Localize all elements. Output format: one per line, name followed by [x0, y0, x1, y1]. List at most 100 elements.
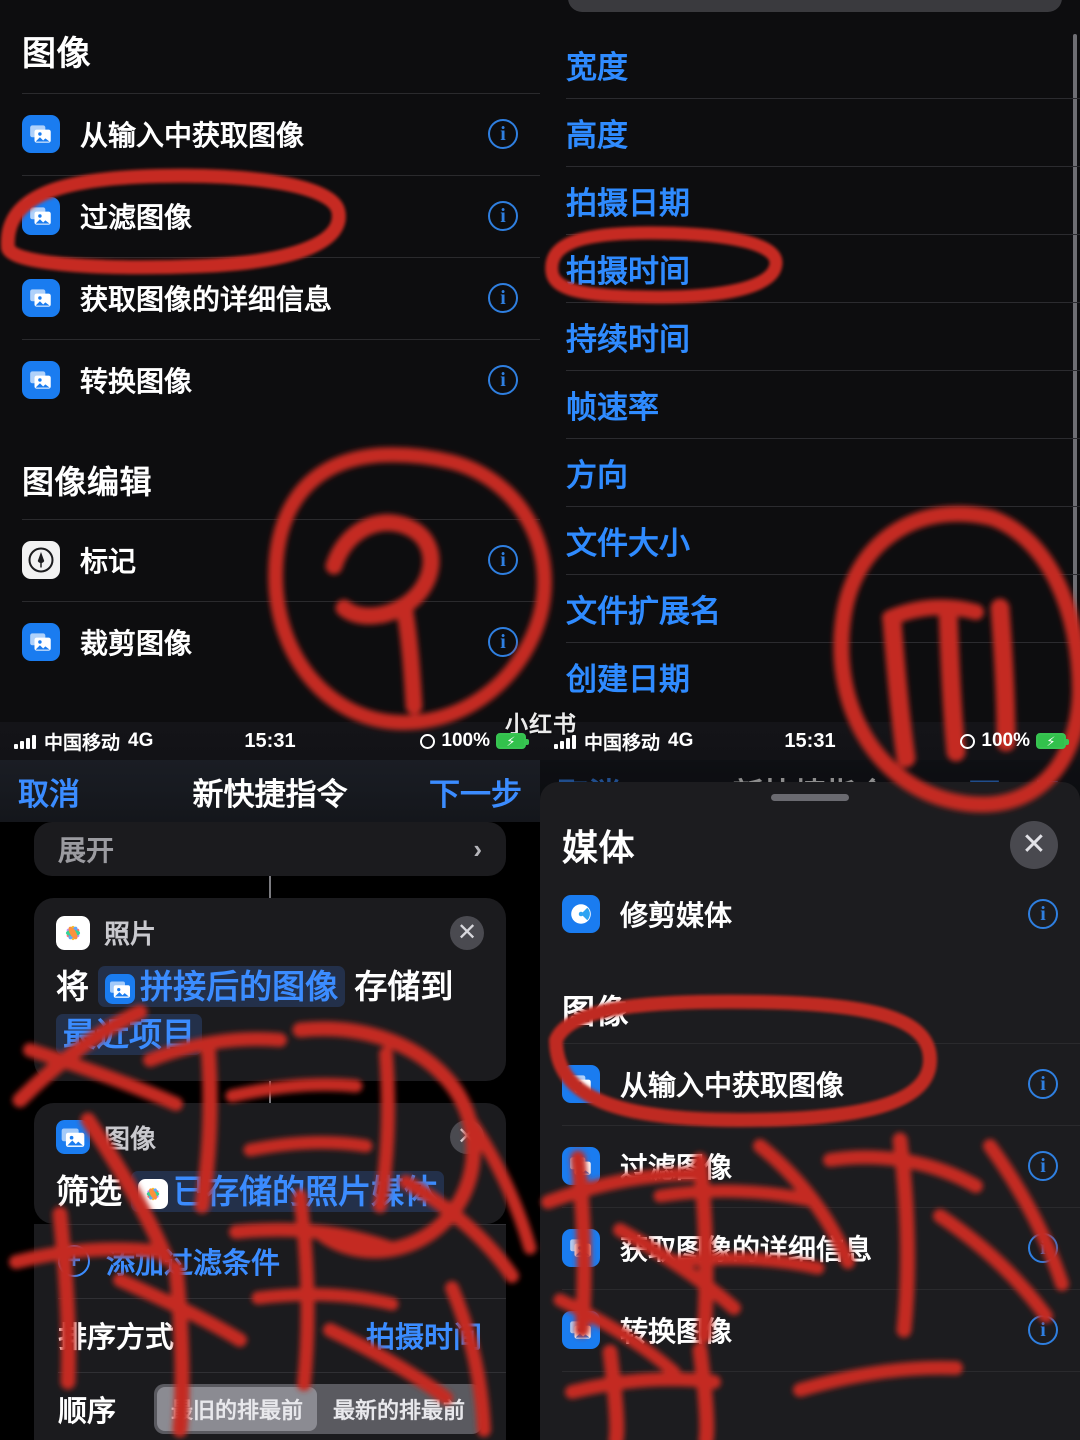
list-item[interactable]: 裁剪图像 i [0, 601, 540, 683]
info-icon[interactable]: i [1028, 1233, 1058, 1263]
panel-top-right: 宽度 高度 拍摄日期 拍摄时间 持续时间 帧速率 方向 文件大小 文件扩展名 创… [540, 0, 1080, 722]
list-item[interactable]: 持续时间 [540, 302, 1080, 370]
list-item-label: 获取图像的详细信息 [620, 1234, 873, 1265]
list-item[interactable]: 创建日期 [540, 642, 1080, 710]
panel-bottom-left: 中国移动 4G 15:31 100% ⚡ 取消 新快捷指令 下一步 展开 › 照… [0, 722, 540, 1440]
list-item-label: 转换图像 [80, 366, 193, 397]
chevron-right-icon: › [473, 833, 482, 864]
action-token-label: 拼接后的图像 [140, 968, 339, 1005]
action-text-middle: 存储到 [354, 968, 454, 1005]
section-title: 图像 [562, 993, 629, 1030]
signal-bars-icon [14, 734, 36, 749]
info-icon[interactable]: i [1028, 899, 1058, 929]
order-row[interactable]: 顺序 最旧的排最前 最新的排最前 [34, 1371, 506, 1440]
list-item[interactable]: 获取图像的详细信息 i [0, 257, 540, 339]
action-token-image[interactable]: 拼接后的图像 [98, 966, 346, 1007]
image-stack-icon [22, 361, 60, 399]
info-icon[interactable]: i [1028, 1069, 1058, 1099]
image-stack-icon [22, 279, 60, 317]
action-token-destination[interactable]: 最近项目 [56, 1013, 202, 1055]
photos-app-icon [138, 1174, 169, 1209]
cancel-button[interactable]: 取消 [18, 769, 80, 814]
sheet-grabber[interactable] [771, 794, 849, 801]
panel-bottom-right: 中国移动 4G 15:31 100% ⚡ 取消 新快捷指令 下一步 媒体 ✕ [540, 722, 1080, 1440]
image-stack-icon [105, 969, 136, 1004]
list-item[interactable]: 帧速率 [540, 370, 1080, 438]
info-icon[interactable]: i [488, 119, 518, 149]
list-item-label: 过滤图像 [620, 1152, 733, 1183]
carrier-label: 中国移动 [44, 732, 121, 754]
panel-top-left: 图像 从输入中获取图像 i 过滤图像 i 获取图像的详细信息 i 转换图像 i … [0, 0, 540, 722]
info-icon[interactable]: i [488, 545, 518, 575]
list-item[interactable]: 拍摄日期 [540, 166, 1080, 234]
list-item[interactable]: 获取图像的详细信息 i [540, 1207, 1080, 1289]
list-item-label: 宽度 [566, 49, 628, 85]
list-item[interactable]: 修剪媒体 i [540, 877, 1080, 951]
list-item[interactable]: 从输入中获取图像 i [540, 1043, 1080, 1125]
sort-value[interactable]: 拍摄时间 [366, 1314, 482, 1356]
action-text-before: 筛选 [56, 1172, 122, 1210]
info-icon[interactable]: i [488, 201, 518, 231]
list-item-label: 裁剪图像 [80, 628, 193, 659]
info-icon[interactable]: i [1028, 1151, 1058, 1181]
image-stack-icon [22, 115, 60, 153]
action-card-image-filter[interactable]: 图像 ✕ 筛选 已存储的照片媒体 [34, 1102, 506, 1224]
carrier-label: 中国移动 [584, 732, 661, 754]
order-segmented-control[interactable]: 最旧的排最前 最新的排最前 [153, 1383, 482, 1434]
list-item[interactable]: 转换图像 i [0, 339, 540, 421]
add-filter-row[interactable]: + 添加过滤条件 [34, 1223, 506, 1298]
info-icon[interactable]: i [488, 365, 518, 395]
list-item[interactable]: 宽度 [540, 30, 1080, 98]
list-item[interactable]: 拍摄时间 [540, 234, 1080, 302]
list-item[interactable]: 文件大小 [540, 506, 1080, 574]
list-item-label: 转换图像 [620, 1316, 733, 1347]
image-stack-icon [56, 1120, 90, 1155]
battery-icon: ⚡ [1036, 733, 1069, 749]
info-icon[interactable]: i [488, 283, 518, 313]
list-item[interactable]: 标记 i [0, 519, 540, 601]
action-token-media[interactable]: 已存储的照片媒体 [131, 1170, 445, 1212]
action-text-before: 将 [56, 968, 89, 1005]
alarm-icon [960, 733, 976, 749]
close-icon[interactable]: ✕ [450, 915, 484, 950]
segment-oldest-first[interactable]: 最旧的排最前 [156, 1386, 317, 1431]
expand-row[interactable]: 展开 › [34, 822, 506, 876]
list-item[interactable]: 过滤图像 i [540, 1125, 1080, 1207]
sort-row[interactable]: 排序方式 拍摄时间 [34, 1297, 506, 1372]
list-item[interactable]: 方向 [540, 438, 1080, 506]
battery-icon: ⚡ [496, 733, 529, 749]
variable-list: 宽度 高度 拍摄日期 拍摄时间 持续时间 帧速率 方向 文件大小 文件扩展名 创… [540, 30, 1080, 710]
alarm-icon [420, 733, 436, 749]
bolt-icon: ⚡ [1046, 733, 1056, 749]
list-item[interactable]: 文件扩展名 [540, 574, 1080, 642]
screenshot-collage: 图像 从输入中获取图像 i 过滤图像 i 获取图像的详细信息 i 转换图像 i … [0, 0, 1080, 1440]
list-item-label: 标记 [80, 546, 137, 577]
image-stack-icon [562, 1311, 600, 1349]
action-card-photos[interactable]: 照片 ✕ 将 拼接后的图像 存储到 最近项目 [34, 898, 506, 1081]
image-stack-icon [562, 1229, 600, 1267]
next-button[interactable]: 下一步 [429, 769, 522, 814]
sort-label: 排序方式 [58, 1321, 175, 1354]
section-title: 图像编辑 [22, 464, 153, 500]
markup-pen-icon [22, 541, 60, 579]
trim-media-icon [562, 895, 600, 933]
list-item[interactable]: 高度 [540, 98, 1080, 166]
list-item[interactable]: 从输入中获取图像 i [0, 93, 540, 175]
status-bar-right: 100% ⚡ [420, 730, 529, 752]
photos-app-icon [56, 915, 90, 950]
action-app-name: 图像 [104, 1123, 157, 1154]
list-item[interactable]: 转换图像 i [540, 1289, 1080, 1371]
close-icon[interactable]: ✕ [1010, 821, 1058, 869]
list-item-label: 拍摄日期 [566, 185, 690, 221]
order-label: 顺序 [58, 1395, 117, 1428]
list-item[interactable]: 过滤图像 i [0, 175, 540, 257]
segment-newest-first[interactable]: 最新的排最前 [319, 1387, 479, 1431]
section-header-image: 图像 [540, 951, 1080, 1043]
connector-line [269, 1080, 271, 1103]
info-icon[interactable]: i [488, 627, 518, 657]
close-icon[interactable]: ✕ [450, 1120, 484, 1155]
list-item-label: 修剪媒体 [620, 900, 733, 931]
info-icon[interactable]: i [1028, 1315, 1058, 1345]
list-item-label: 从输入中获取图像 [620, 1070, 845, 1101]
section-header-image: 图像 [0, 0, 540, 93]
